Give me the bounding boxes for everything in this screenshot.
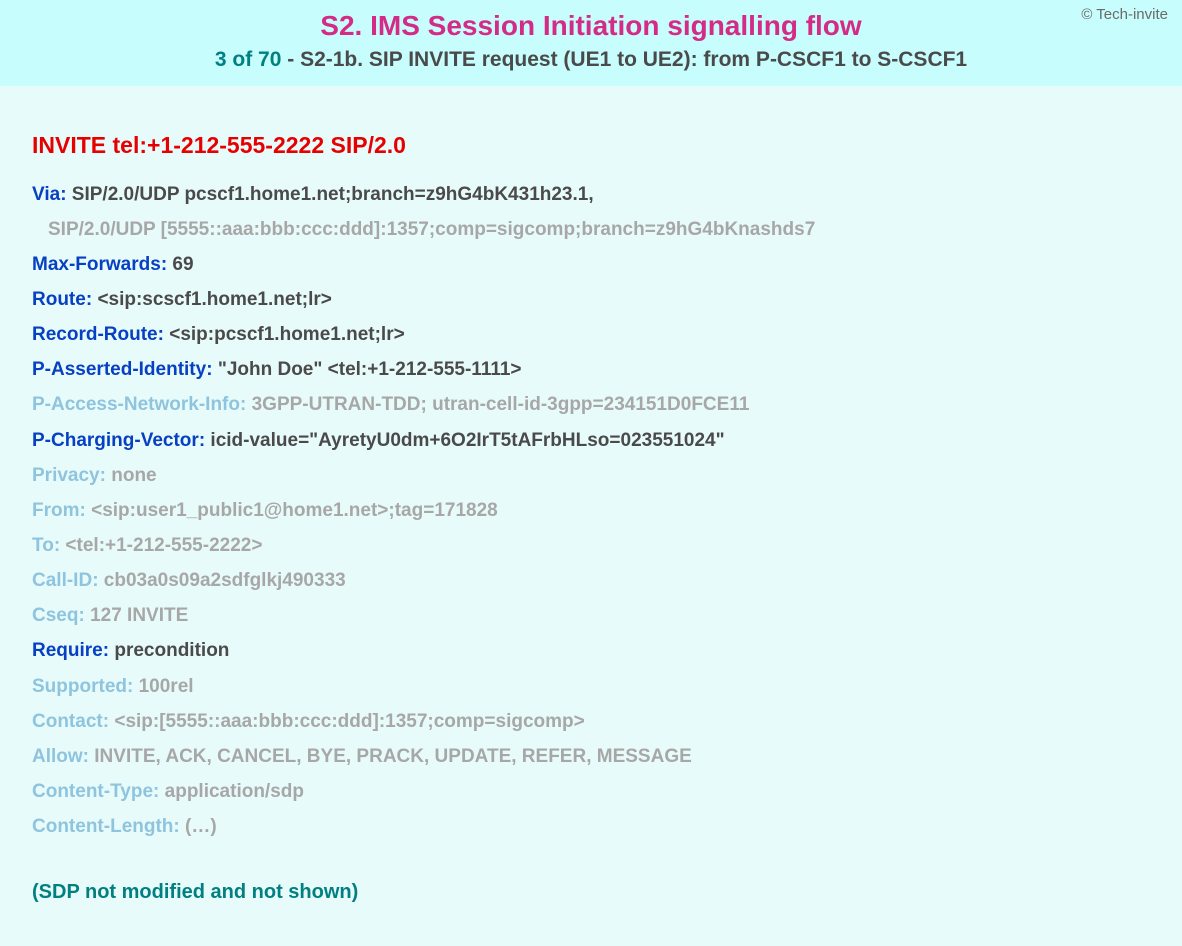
header-value: <sip:[5555::aaa:bbb:ccc:ddd]:1357;comp=s… [114,711,584,732]
header-name: Supported [32,676,127,697]
page-subtitle: 3 of 70 - S2-1b. SIP INVITE request (UE1… [0,48,1182,72]
header-content-length: Content-Length: (…) [32,809,1156,844]
header-content-type: Content-Type: application/sdp [32,774,1156,809]
header-allow: Allow: INVITE, ACK, CANCEL, BYE, PRACK, … [32,739,1156,774]
header-supported: Supported: 100rel [32,669,1156,704]
header-name: Via [32,184,60,205]
header-value: 69 [172,254,193,275]
header-name: Call-ID [32,570,92,591]
subtitle-num: 3 of 70 [215,48,282,71]
header-value: <sip:user1_public1@home1.net>;tag=171828 [91,500,498,521]
header-name: P-Charging-Vector [32,430,199,451]
header-value: <tel:+1-212-555-2222> [65,535,262,556]
copyright-label: © Tech-invite [1081,6,1168,23]
header-name: Content-Length [32,816,173,837]
header-max-forwards: Max-Forwards: 69 [32,247,1156,282]
header-value: SIP/2.0/UDP [5555::aaa:bbb:ccc:ddd]:1357… [48,219,815,240]
header-value: icid-value="AyretyU0dm+6O2IrT5tAFrbHLso=… [210,430,724,451]
header-name: From [32,500,80,521]
header-value: 127 INVITE [90,605,188,626]
header-name: P-Access-Network-Info [32,394,240,415]
header-route: Route: <sip:scscf1.home1.net;lr> [32,282,1156,317]
header-name: Privacy [32,465,100,486]
header-name: Contact [32,711,103,732]
header-value: precondition [114,640,229,661]
sip-method: INVITE [32,132,106,158]
header-from: From: <sip:user1_public1@home1.net>;tag=… [32,493,1156,528]
header-call-id: Call-ID: cb03a0s09a2sdfglkj490333 [32,563,1156,598]
header-name: P-Asserted-Identity [32,359,206,380]
header-name: Allow [32,746,83,767]
header-via-cont: SIP/2.0/UDP [5555::aaa:bbb:ccc:ddd]:1357… [32,212,1156,247]
header-name: Cseq [32,605,78,626]
header-name: To [32,535,54,556]
header-value: (…) [185,816,217,837]
page: © Tech-invite S2. IMS Session Initiation… [0,0,1182,946]
header-name: Record-Route [32,324,158,345]
header-value: SIP/2.0/UDP pcscf1.home1.net;branch=z9hG… [72,184,594,205]
header-via: Via: SIP/2.0/UDP pcscf1.home1.net;branch… [32,177,1156,212]
header-p-access-network-info: P-Access-Network-Info: 3GPP-UTRAN-TDD; u… [32,387,1156,422]
header-value: <sip:pcscf1.home1.net;lr> [169,324,404,345]
header-value: none [111,465,156,486]
request-line: INVITE tel:+1-212-555-2222 SIP/2.0 [32,124,1156,167]
header-value: application/sdp [165,781,304,802]
header-require: Require: precondition [32,633,1156,668]
header-p-charging-vector: P-Charging-Vector: icid-value="AyretyU0d… [32,423,1156,458]
header-contact: Contact: <sip:[5555::aaa:bbb:ccc:ddd]:13… [32,704,1156,739]
header-value: INVITE, ACK, CANCEL, BYE, PRACK, UPDATE,… [94,746,692,767]
subtitle-rest: - S2-1b. SIP INVITE request (UE1 to UE2)… [281,48,967,71]
header-name: Max-Forwards [32,254,161,275]
header: © Tech-invite S2. IMS Session Initiation… [0,0,1182,86]
header-record-route: Record-Route: <sip:pcscf1.home1.net;lr> [32,317,1156,352]
sip-request-uri: tel:+1-212-555-2222 SIP/2.0 [113,132,406,158]
header-value: 100rel [139,676,194,697]
header-cseq: Cseq: 127 INVITE [32,598,1156,633]
header-to: To: <tel:+1-212-555-2222> [32,528,1156,563]
header-value: cb03a0s09a2sdfglkj490333 [104,570,346,591]
header-name: Require [32,640,103,661]
header-p-asserted-identity: P-Asserted-Identity: "John Doe" <tel:+1-… [32,352,1156,387]
header-value: <sip:scscf1.home1.net;lr> [97,289,331,310]
sdp-note: (SDP not modified and not shown) [32,874,1156,911]
page-title: S2. IMS Session Initiation signalling fl… [0,10,1182,42]
header-name: Route [32,289,86,310]
sip-message-body: INVITE tel:+1-212-555-2222 SIP/2.0 Via: … [0,86,1182,931]
header-value: 3GPP-UTRAN-TDD; utran-cell-id-3gpp=23415… [252,394,750,415]
header-value: "John Doe" <tel:+1-212-555-1111> [218,359,522,380]
header-privacy: Privacy: none [32,458,1156,493]
header-name: Content-Type [32,781,153,802]
